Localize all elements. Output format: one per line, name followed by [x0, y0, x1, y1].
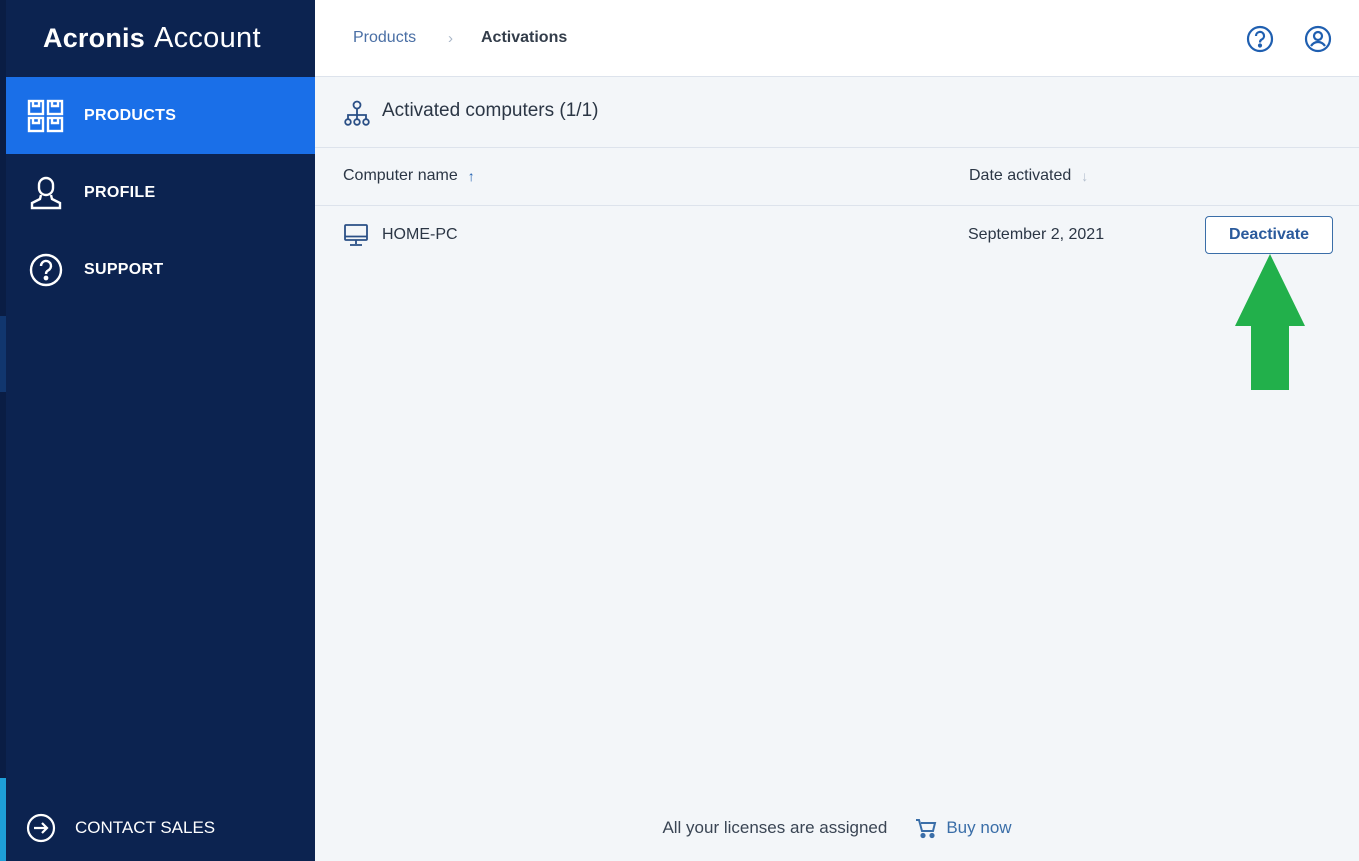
deactivate-button[interactable]: Deactivate [1205, 216, 1333, 254]
footer: All your licenses are assigned Buy now [315, 794, 1359, 861]
sidebar: Acronis Account PRODUCTS PROFILE SUPPORT… [0, 0, 315, 861]
sidebar-item-label: PROFILE [84, 183, 156, 201]
sidebar-item-products[interactable]: PRODUCTS [6, 77, 315, 154]
date-activated: September 2, 2021 [968, 226, 1105, 243]
app-logo[interactable]: Acronis Account [43, 22, 261, 58]
breadcrumb-separator: › [448, 30, 453, 47]
breadcrumb-activations: Activations [481, 29, 568, 46]
contact-sales-button[interactable]: CONTACT SALES [6, 794, 315, 861]
license-status: All your licenses are assigned [662, 817, 888, 837]
buy-now-link[interactable]: Buy now [915, 817, 1012, 839]
sidebar-item-label: PRODUCTS [84, 106, 177, 124]
contact-sales-label: CONTACT SALES [75, 817, 216, 837]
sort-ascending-icon: ↑ [467, 168, 475, 184]
buy-now-label: Buy now [946, 817, 1012, 837]
table-row: HOME-PC September 2, 2021 Deactivate [315, 206, 1359, 264]
logo-brand: Acronis [43, 23, 145, 53]
annotation-arrow-icon [1235, 254, 1305, 390]
account-icon[interactable] [1303, 24, 1333, 54]
main-content: Activated computers (1/1) Computer name … [315, 77, 1359, 861]
column-header-date-activated[interactable]: Date activated ↓ [969, 167, 1088, 185]
panel-header: Activated computers (1/1) [315, 77, 1359, 148]
sidebar-item-support[interactable]: SUPPORT [6, 231, 315, 308]
column-label: Date activated [969, 167, 1072, 184]
panel-title: Activated computers (1/1) [382, 100, 599, 121]
help-icon[interactable] [1245, 24, 1275, 54]
computer-icon [343, 222, 369, 248]
sidebar-item-profile[interactable]: PROFILE [6, 154, 315, 231]
sidebar-item-label: SUPPORT [84, 260, 164, 278]
network-icon [343, 99, 371, 127]
support-icon [26, 250, 66, 290]
profile-icon [26, 173, 66, 213]
sidebar-edge-segment [0, 316, 6, 392]
cart-icon [915, 817, 937, 839]
column-label: Computer name [343, 167, 458, 184]
top-bar: Products › Activations [315, 0, 1359, 77]
arrow-right-circle-icon [26, 813, 56, 843]
table-header: Computer name ↑ Date activated ↓ [315, 148, 1359, 206]
products-icon [26, 96, 66, 136]
column-header-computer-name[interactable]: Computer name ↑ [343, 167, 475, 185]
breadcrumb-products[interactable]: Products [353, 29, 416, 47]
computer-name: HOME-PC [382, 226, 458, 243]
sort-descending-icon: ↓ [1081, 168, 1089, 184]
logo-product: Account [153, 22, 261, 54]
